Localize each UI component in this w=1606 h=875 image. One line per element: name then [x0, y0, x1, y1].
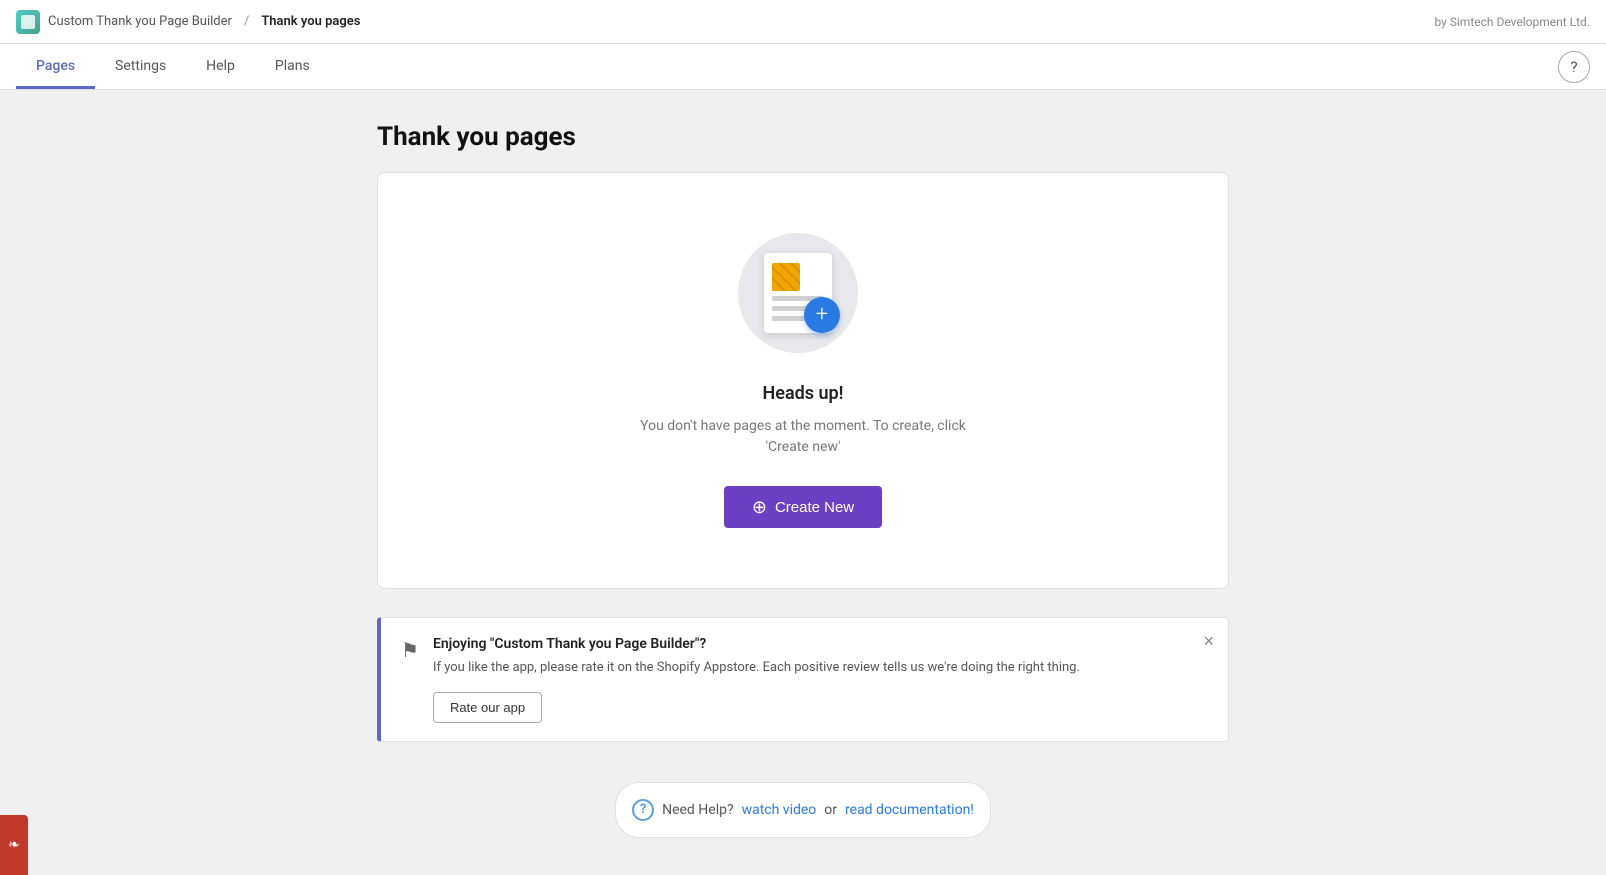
empty-state-card: + Heads up! You don't have pages at the …: [377, 172, 1229, 589]
breadcrumb-current-page: Thank you pages: [261, 14, 360, 29]
breadcrumb-separator: /: [244, 14, 249, 29]
top-bar: Custom Thank you Page Builder / Thank yo…: [0, 0, 1606, 44]
breadcrumb: Custom Thank you Page Builder / Thank yo…: [16, 10, 360, 34]
bottom-accent-icon: ❧: [8, 837, 20, 853]
rate-app-button[interactable]: Rate our app: [433, 692, 542, 723]
footer-help: ? Need Help? watch video or read documen…: [615, 782, 991, 838]
create-new-plus-icon: ⊕: [752, 498, 767, 516]
create-new-label: Create New: [775, 499, 854, 516]
empty-description: You don't have pages at the moment. To c…: [633, 416, 973, 458]
tab-plans[interactable]: Plans: [255, 44, 330, 89]
tab-pages[interactable]: Pages: [16, 44, 95, 89]
plus-badge: +: [804, 297, 840, 333]
close-notification-button[interactable]: ×: [1203, 632, 1214, 650]
app-icon: [16, 10, 40, 34]
main-content: Thank you pages + Heads up! You don't ha…: [353, 90, 1253, 870]
help-circle-icon: ?: [632, 799, 654, 821]
tab-help[interactable]: Help: [186, 44, 255, 89]
read-docs-link[interactable]: read documentation!: [845, 802, 974, 818]
empty-heading: Heads up!: [763, 383, 844, 404]
watch-video-link[interactable]: watch video: [742, 802, 817, 818]
banner-content: Enjoying "Custom Thank you Page Builder"…: [433, 636, 1208, 723]
notification-banner: ⚑ Enjoying "Custom Thank you Page Builde…: [377, 617, 1229, 742]
help-prefix: Need Help?: [662, 802, 734, 818]
doc-circle: +: [738, 233, 858, 353]
tab-settings[interactable]: Settings: [95, 44, 186, 89]
help-or: or: [824, 802, 837, 818]
flag-icon: ⚑: [401, 638, 419, 662]
doc-paper: +: [764, 253, 832, 333]
empty-state-illustration: +: [738, 233, 868, 363]
developer-credit: by Simtech Development Ltd.: [1434, 15, 1590, 29]
page-title: Thank you pages: [377, 122, 1229, 152]
banner-title: Enjoying "Custom Thank you Page Builder"…: [433, 636, 1208, 652]
create-new-button[interactable]: ⊕ Create New: [724, 486, 882, 528]
bottom-accent: ❧: [0, 815, 28, 875]
app-name: Custom Thank you Page Builder: [48, 14, 232, 29]
doc-image-block: [772, 263, 800, 291]
banner-text: If you like the app, please rate it on t…: [433, 658, 1208, 678]
nav-tabs: Pages Settings Help Plans ?: [0, 44, 1606, 90]
doc-line-3: [772, 316, 808, 321]
help-icon-button[interactable]: ?: [1558, 51, 1590, 83]
